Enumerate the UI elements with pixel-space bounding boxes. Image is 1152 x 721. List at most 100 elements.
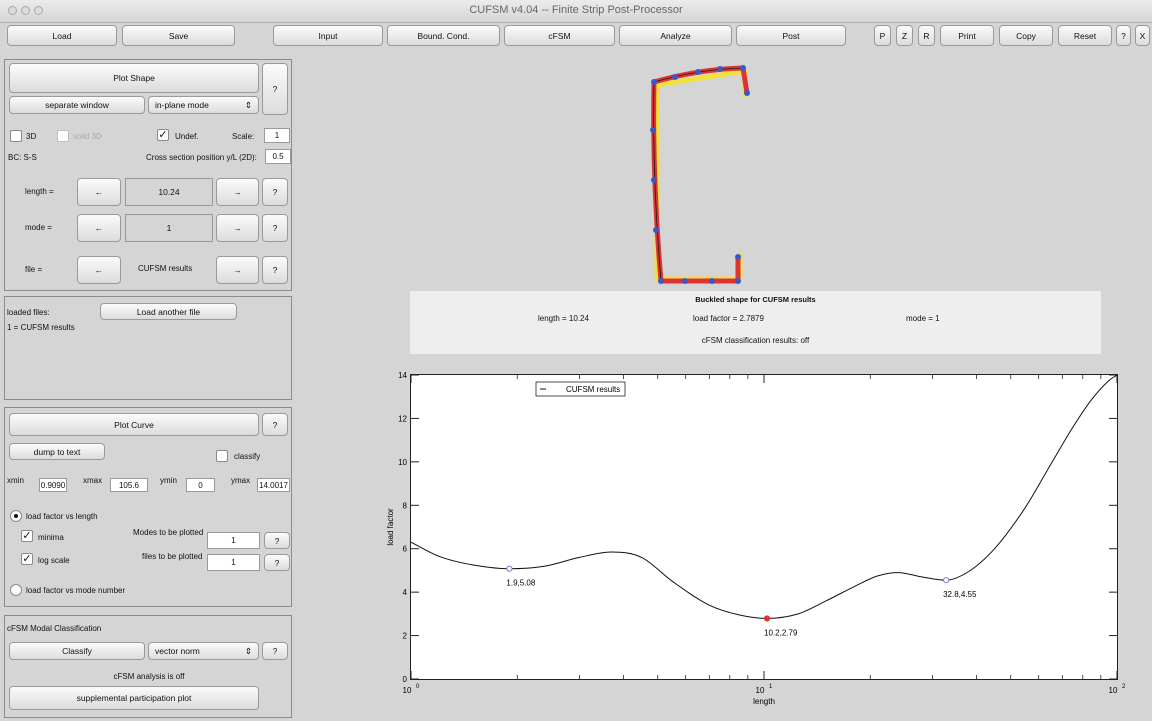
y-tick-label: 12 [398, 414, 407, 423]
separate-window-button[interactable]: separate window [9, 96, 145, 114]
section-nodes [650, 65, 750, 284]
modes-to-plot-input[interactable]: 1 [207, 532, 260, 549]
check-icon: ✓ [22, 553, 32, 565]
ymin-input[interactable]: 0 [186, 478, 215, 492]
file-label: file = [25, 265, 43, 274]
buckled-shape-plot[interactable] [630, 55, 760, 290]
classify-checkbox[interactable] [216, 450, 228, 462]
x-tick-exponent: 2 [1122, 684, 1126, 690]
3d-checkbox[interactable] [10, 130, 22, 142]
view-mode-value: in-plane mode [155, 100, 209, 110]
input-button[interactable]: Input [273, 25, 383, 46]
cfsm-status: cFSM analysis is off [113, 672, 185, 681]
xmin-label: xmin [7, 476, 24, 485]
minima-label: minima [38, 533, 64, 542]
supplemental-participation-plot-button[interactable]: supplemental participation plot [9, 686, 259, 710]
mode-next-button[interactable]: → [216, 214, 259, 242]
cfsm-classification-panel: cFSM Modal Classification Classify vecto… [4, 615, 292, 718]
cfsm-button[interactable]: cFSM [504, 25, 615, 46]
scale-label: Scale: [232, 132, 255, 141]
modes-to-plot-label: Modes to be plotted [133, 528, 204, 537]
undef-checkbox[interactable]: ✓ [157, 129, 169, 141]
norm-select-value: vector norm [155, 646, 200, 656]
modes-help-button[interactable]: ? [264, 532, 290, 549]
close-x-button[interactable]: X [1135, 25, 1150, 46]
classify-button[interactable]: Classify [9, 642, 145, 660]
xmax-input[interactable]: 105.6 [110, 478, 148, 492]
zoom-button[interactable]: Z [896, 25, 913, 46]
mode-help-button[interactable]: ? [262, 214, 288, 242]
save-button[interactable]: Save [122, 25, 235, 46]
norm-select[interactable]: vector norm ⇕ [148, 642, 259, 660]
x-tick-exponent: 0 [416, 684, 420, 690]
x-tick-exponent: 1 [769, 684, 773, 690]
file-prev-button[interactable]: ← [77, 256, 121, 284]
file-help-button[interactable]: ? [262, 256, 288, 284]
loaded-files-panel: loaded files: Load another file 1 = CUFS… [4, 296, 292, 400]
y-tick-label: 2 [403, 632, 408, 641]
files-to-plot-input[interactable]: 1 [207, 554, 260, 571]
log-scale-label: log scale [38, 556, 70, 565]
y-axis-label: load factor [386, 508, 395, 546]
y-tick-label: 4 [403, 588, 408, 597]
window-titlebar: CUFSM v4.04 -- Finite Strip Post-Process… [0, 0, 1152, 23]
check-icon: ✓ [22, 530, 32, 542]
loaded-file-entry[interactable]: 1 = CUFSM results [7, 323, 75, 332]
buckled-shape-title: Buckled shape for CUFSM results [695, 295, 816, 304]
undeformed-section [654, 68, 748, 282]
copy-button[interactable]: Copy [999, 25, 1053, 46]
y-tick-label: 10 [398, 458, 407, 467]
info-mode: mode = 1 [906, 314, 940, 323]
load-vs-length-label: load factor vs length [26, 512, 98, 521]
select-arrows-icon: ⇕ [244, 99, 252, 110]
analyze-button[interactable]: Analyze [619, 25, 732, 46]
info-load-factor: load factor = 2.7879 [693, 314, 764, 323]
dump-to-text-button[interactable]: dump to text [9, 443, 105, 460]
xmin-input[interactable]: 0.9090 [39, 478, 67, 492]
print-button[interactable]: Print [940, 25, 994, 46]
plot-shape-button[interactable]: Plot Shape [9, 63, 259, 93]
window-title: CUFSM v4.04 -- Finite Strip Post-Process… [469, 4, 683, 16]
minima-checkbox[interactable]: ✓ [21, 530, 33, 542]
bc-label: BC: S-S [8, 153, 37, 162]
length-value: 10.24 [125, 178, 213, 206]
loaded-files-label: loaded files: [7, 308, 50, 317]
check-icon: ✓ [158, 129, 168, 141]
undef-label: Undef. [175, 132, 199, 141]
x-tick-label: 10 [403, 686, 412, 695]
load-button[interactable]: Load [7, 25, 117, 46]
plot-curve-panel: Plot Curve ? dump to text classify xmin … [4, 407, 292, 607]
length-next-button[interactable]: → [216, 178, 259, 206]
chart-axes-labels: 10 0 10 1 10 2 0 2 4 6 8 10 12 14 length load factor [386, 371, 1126, 706]
solid-3d-checkbox[interactable] [57, 130, 69, 142]
load-vs-length-radio[interactable] [10, 510, 22, 522]
cfsm-help-button[interactable]: ? [262, 642, 288, 660]
cross-section-input[interactable]: 0.5 [265, 149, 291, 164]
plot-curve-button[interactable]: Plot Curve [9, 413, 259, 436]
rotate-button[interactable]: R [918, 25, 935, 46]
help-button[interactable]: ? [1116, 25, 1131, 46]
x-axis-label: length [753, 697, 775, 706]
classify-label: classify [234, 452, 261, 461]
y-tick-label: 8 [403, 501, 408, 510]
x-tick-label: 10 [756, 686, 765, 695]
view-mode-select[interactable]: in-plane mode ⇕ [148, 96, 259, 114]
boundary-conditions-button[interactable]: Bound. Cond. [387, 25, 500, 46]
load-vs-mode-radio[interactable] [10, 584, 22, 596]
ymax-label: ymax [231, 476, 251, 485]
file-next-button[interactable]: → [216, 256, 259, 284]
scale-input[interactable]: 1 [264, 128, 290, 143]
shape-help-button[interactable]: ? [262, 63, 288, 115]
log-scale-checkbox[interactable]: ✓ [21, 553, 33, 565]
curve-help-button[interactable]: ? [262, 413, 288, 436]
length-help-button[interactable]: ? [262, 178, 288, 206]
pan-button[interactable]: P [874, 25, 891, 46]
mode-prev-button[interactable]: ← [77, 214, 121, 242]
ymax-input[interactable]: 14.0017 [257, 478, 290, 492]
length-prev-button[interactable]: ← [77, 178, 121, 206]
reset-button[interactable]: Reset [1058, 25, 1112, 46]
deformed-section [651, 65, 750, 284]
post-button[interactable]: Post [736, 25, 846, 46]
files-help-button[interactable]: ? [264, 554, 290, 571]
load-another-file-button[interactable]: Load another file [100, 303, 237, 320]
